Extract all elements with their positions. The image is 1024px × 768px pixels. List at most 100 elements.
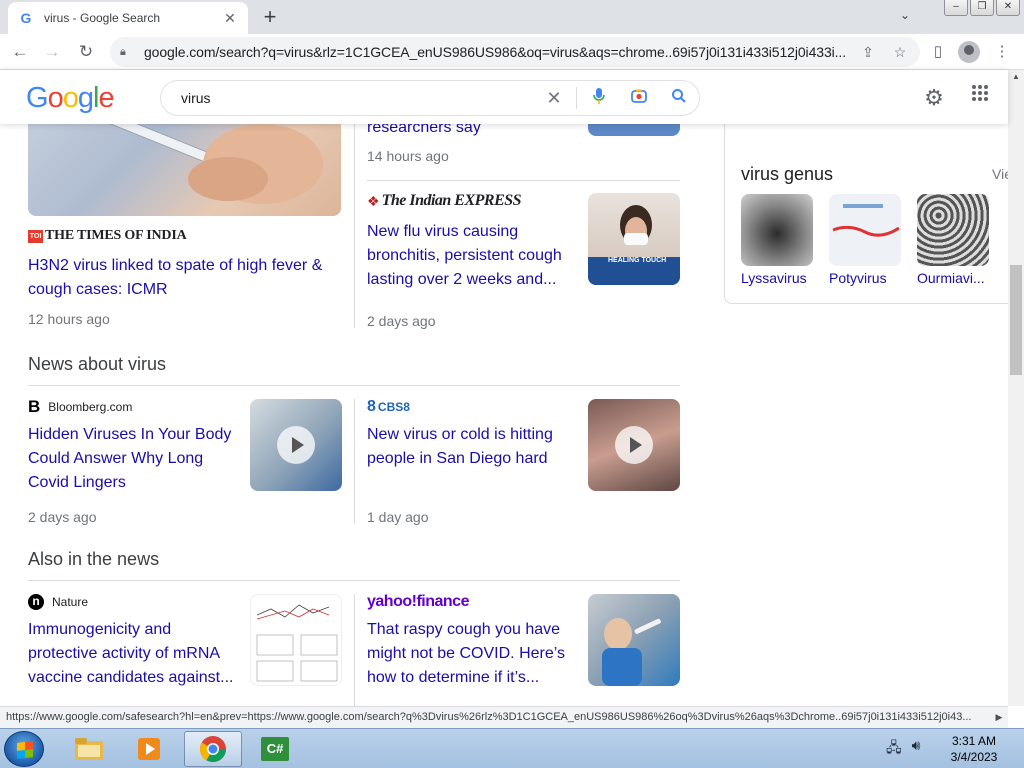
close-window-button[interactable]: ✕ xyxy=(996,0,1020,16)
bookmark-star-icon[interactable]: ☆ xyxy=(890,44,910,61)
voice-search-icon[interactable] xyxy=(579,87,619,110)
source-name: THE TIMES OF INDIA xyxy=(45,228,187,243)
restore-button[interactable]: ❐ xyxy=(970,0,994,16)
story-headline[interactable]: Hidden Viruses In Your Body Could Answer… xyxy=(28,423,240,495)
tab-search-chevron-icon[interactable]: ⌄ xyxy=(896,8,914,26)
news-card-cbs8[interactable]: 8 CBS8 New virus or cold is hitting peop… xyxy=(367,398,579,525)
logo-letter: g xyxy=(77,82,94,114)
vertical-scrollbar[interactable]: ▲ xyxy=(1008,70,1024,706)
story-card-top-right[interactable]: researchers say 14 hours ago xyxy=(367,124,577,164)
kp-item-potyvirus[interactable]: Potyvirus xyxy=(829,194,901,286)
scroll-up-arrow-icon[interactable]: ▲ xyxy=(1008,70,1024,84)
kp-label[interactable]: Ourmiavi... xyxy=(917,270,989,286)
news-card-bloomberg[interactable]: B Bloomberg.com Hidden Viruses In Your B… xyxy=(28,397,240,525)
forward-arrow-icon[interactable]: → xyxy=(40,40,64,64)
story-thumbnail[interactable] xyxy=(588,594,680,686)
source-name: Bloomberg.com xyxy=(48,400,133,414)
story-source: 8 CBS8 xyxy=(367,398,579,415)
column-divider xyxy=(354,124,355,328)
back-arrow-icon[interactable]: ← xyxy=(8,40,32,64)
taskbar-chrome[interactable] xyxy=(184,731,242,767)
new-tab-button[interactable]: + xyxy=(258,6,282,30)
window-controls: – ❐ ✕ xyxy=(944,0,1020,16)
search-icon[interactable] xyxy=(659,88,699,109)
taskbar-explorer[interactable] xyxy=(60,731,118,767)
close-tab-icon[interactable]: ✕ xyxy=(222,10,238,26)
chart-figure-thumbnail[interactable] xyxy=(250,594,342,686)
story-source: n Nature xyxy=(28,594,240,610)
source-name: CBS8 xyxy=(377,400,410,414)
clear-search-icon[interactable]: ✕ xyxy=(534,88,574,109)
video-thumbnail[interactable] xyxy=(588,399,680,491)
play-icon[interactable] xyxy=(615,426,653,464)
section-divider xyxy=(28,580,680,581)
story-headline[interactable]: New flu virus causing bronchitis, persis… xyxy=(367,220,577,292)
story-age: 2 days ago xyxy=(28,509,97,525)
story-card-indian-express[interactable]: ❖ The Indian EXPRESS New flu virus causi… xyxy=(367,192,577,329)
scroll-right-arrow-icon[interactable]: ▶ xyxy=(992,708,1006,726)
story-thumbnail[interactable]: HEALING TOUCH xyxy=(588,193,680,285)
story-age: 12 hours ago xyxy=(28,311,110,327)
browser-toolbar: ← → ↻ 🔒︎ google.com/search?q=virus&rlz=1… xyxy=(0,34,1024,70)
play-icon[interactable] xyxy=(277,426,315,464)
tab-google-search[interactable]: G virus - Google Search ✕ xyxy=(8,2,248,34)
lock-icon[interactable]: 🔒︎ xyxy=(120,46,134,59)
csharp-icon: C# xyxy=(261,737,289,761)
story-headline[interactable]: Immunogenicity and protective activity o… xyxy=(28,618,240,690)
taskbar-clock[interactable]: 3:31 AM 3/4/2023 xyxy=(938,733,1010,765)
column-divider xyxy=(354,594,355,706)
search-input[interactable]: virus ✕ xyxy=(160,80,700,116)
story-card-toi[interactable]: TOI THE TIMES OF INDIA H3N2 virus linked… xyxy=(28,228,348,327)
story-headline[interactable]: New virus or cold is hitting people in S… xyxy=(367,423,579,471)
reload-icon[interactable]: ↻ xyxy=(74,40,98,64)
kp-image[interactable] xyxy=(741,194,813,266)
thermometer-photo[interactable] xyxy=(28,124,341,216)
address-bar[interactable]: 🔒︎ google.com/search?q=virus&rlz=1C1GCEA… xyxy=(110,37,920,67)
bloomberg-logo-icon: B xyxy=(28,397,41,416)
network-icon[interactable]: 🖧 xyxy=(886,737,902,761)
chrome-menu-icon[interactable]: ⋮ xyxy=(990,40,1014,64)
video-thumbnail[interactable] xyxy=(250,399,342,491)
kp-image[interactable] xyxy=(829,194,901,266)
kp-item-ourmiavirus[interactable]: Ourmiavi... xyxy=(917,194,989,286)
story-headline[interactable]: researchers say xyxy=(367,124,577,140)
story-headline[interactable]: H3N2 virus linked to spate of high fever… xyxy=(28,254,348,302)
taskbar-media-player[interactable] xyxy=(120,731,178,767)
google-favicon-icon: G xyxy=(20,10,32,26)
story-age: 2 days ago xyxy=(367,313,436,329)
story-headline[interactable]: That raspy cough you have might not be C… xyxy=(367,618,579,690)
search-query[interactable]: virus xyxy=(181,90,534,106)
clock-date: 3/4/2023 xyxy=(950,750,998,764)
side-panel-icon[interactable]: ▯ xyxy=(926,40,950,64)
kp-title: virus genus xyxy=(741,164,834,184)
taskbar-csharp-app[interactable]: C# xyxy=(246,731,304,767)
kp-label[interactable]: Lyssavirus xyxy=(741,270,813,286)
status-bar: https://www.google.com/safesearch?hl=en&… xyxy=(0,706,1008,728)
news-card-nature[interactable]: n Nature Immunogenicity and protective a… xyxy=(28,594,240,690)
indian-express-logo-icon: ❖ xyxy=(367,192,380,209)
settings-gear-icon[interactable]: ⚙ xyxy=(920,84,948,112)
share-icon[interactable]: ⇪ xyxy=(858,44,878,61)
volume-icon[interactable]: 🔊︎ xyxy=(912,737,921,761)
minimize-button[interactable]: – xyxy=(944,0,968,16)
scrollbar-thumb[interactable] xyxy=(1010,265,1022,375)
story-thumbnail[interactable] xyxy=(588,124,680,136)
logo-letter: o xyxy=(47,82,64,114)
start-button[interactable] xyxy=(4,731,44,767)
kp-label[interactable]: Potyvirus xyxy=(829,270,901,286)
cbs8-logo-icon: 8 xyxy=(367,398,376,415)
kp-item-lyssavirus[interactable]: Lyssavirus xyxy=(741,194,813,286)
view-all-link[interactable]: Vie xyxy=(992,166,1008,182)
kp-image[interactable] xyxy=(917,194,989,266)
toi-logo-icon: TOI xyxy=(28,229,43,243)
clock-time: 3:31 AM xyxy=(951,734,997,748)
camera-lens-icon[interactable] xyxy=(619,87,659,110)
google-logo[interactable]: Google xyxy=(26,82,115,115)
system-tray: 🖧 🔊︎ xyxy=(886,737,920,761)
profile-avatar[interactable] xyxy=(957,40,981,64)
windows-taskbar: C# 🖧 🔊︎ 3:31 AM 3/4/2023 xyxy=(0,728,1024,768)
story-source: yahoo!finance xyxy=(367,593,579,610)
apps-grid-icon[interactable] xyxy=(966,84,994,112)
news-card-yahoo-finance[interactable]: yahoo!finance That raspy cough you have … xyxy=(367,593,579,690)
url-text[interactable]: google.com/search?q=virus&rlz=1C1GCEA_en… xyxy=(144,44,846,60)
